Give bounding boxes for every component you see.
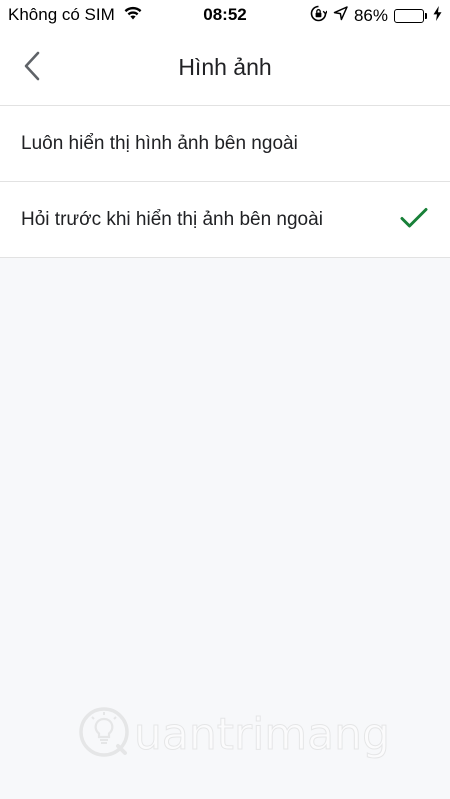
option-always-show-images[interactable]: Luôn hiển thị hình ảnh bên ngoài	[0, 106, 450, 182]
screen: Không có SIM 08:52 86% Hình ảnh Luôn hiể…	[0, 0, 450, 799]
page-title: Hình ảnh	[178, 54, 272, 80]
option-label: Hỏi trước khi hiển thị ảnh bên ngoài	[21, 208, 323, 230]
header: Hình ảnh	[0, 30, 450, 106]
option-label: Luôn hiển thị hình ảnh bên ngoài	[21, 132, 298, 154]
status-bar: Không có SIM 08:52 86%	[0, 0, 450, 30]
options-list: Luôn hiển thị hình ảnh bên ngoài Hỏi trư…	[0, 106, 450, 258]
location-arrow-icon	[333, 6, 348, 26]
orientation-lock-icon	[310, 5, 328, 27]
battery-percent: 86%	[353, 6, 388, 25]
status-right: 86%	[310, 5, 442, 27]
battery-icon	[394, 9, 427, 23]
check-icon	[400, 206, 428, 235]
watermark-text: uantrimang	[134, 709, 391, 761]
watermark-logo: uantrimang	[78, 706, 390, 763]
lightbulb-icon	[78, 706, 130, 763]
option-ask-before-showing[interactable]: Hỏi trước khi hiển thị ảnh bên ngoài	[0, 182, 450, 258]
charging-bolt-icon	[433, 6, 442, 26]
